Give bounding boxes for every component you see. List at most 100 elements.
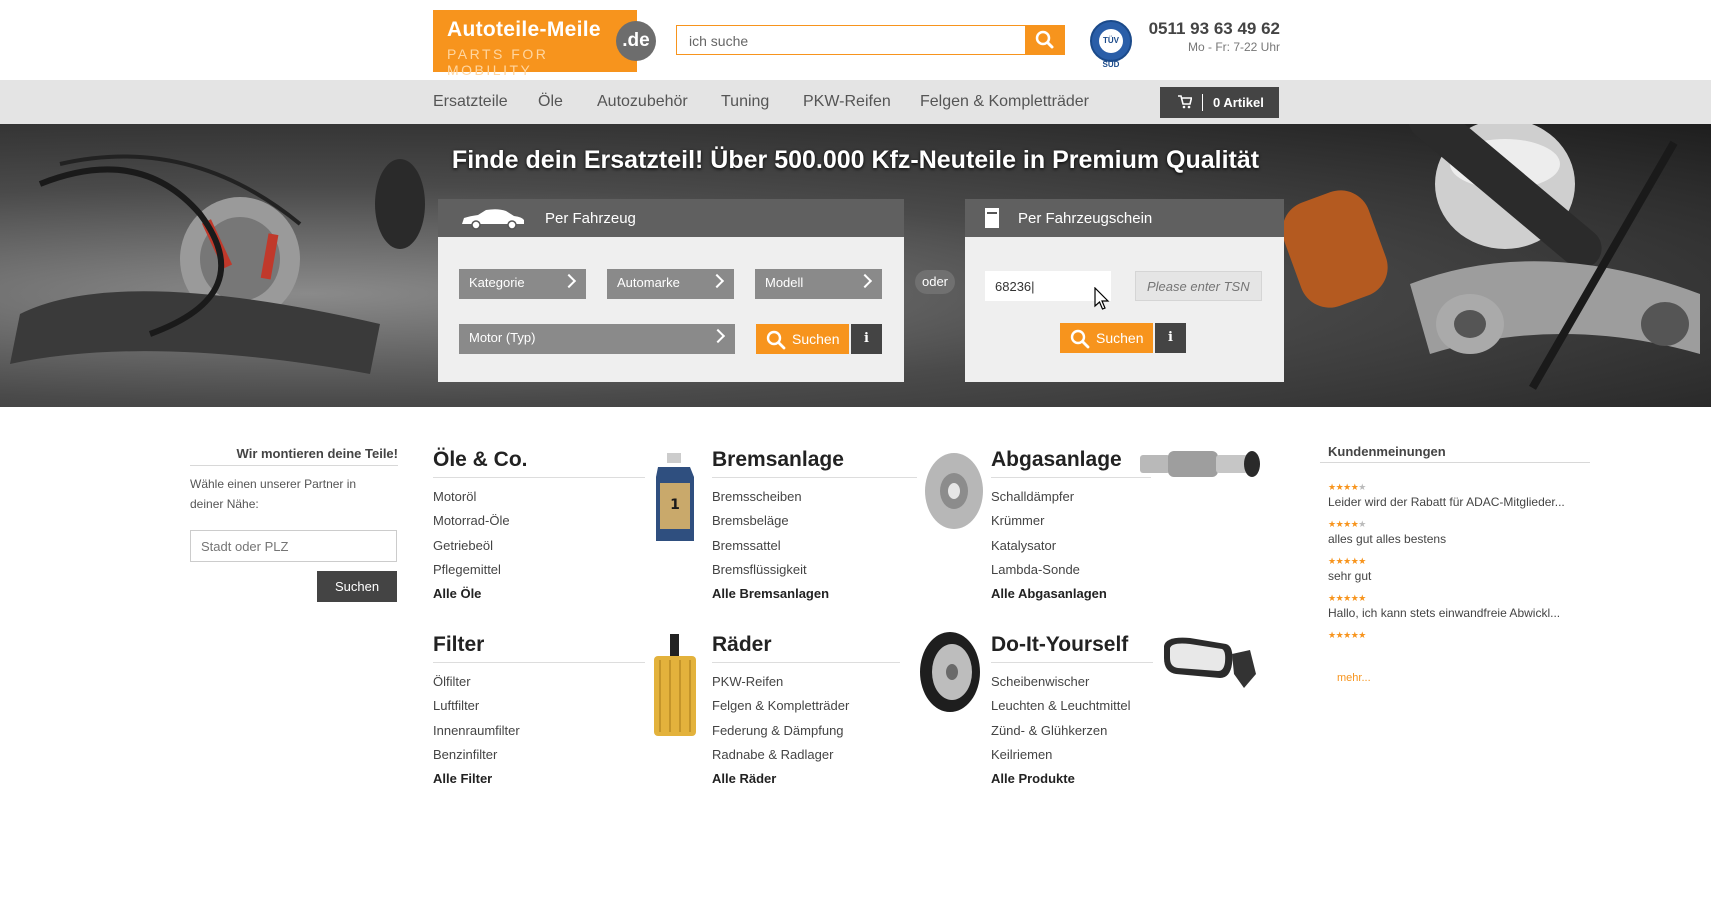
category-link[interactable]: Luftfilter <box>433 694 520 718</box>
nav-item-tuning[interactable]: Tuning <box>721 93 769 111</box>
registration-search-label: Suchen <box>1096 330 1144 346</box>
category-list-bremsanlage: Bremsscheiben Bremsbeläge Bremssattel Br… <box>712 485 829 606</box>
review-text[interactable]: alles gut alles bestens <box>1328 532 1446 546</box>
category-all-link[interactable]: Alle Bremsanlagen <box>712 582 829 606</box>
category-title-raeder[interactable]: Räder <box>712 633 772 657</box>
review-text[interactable]: Leider wird der Rabatt für ADAC-Mitglied… <box>1328 495 1565 509</box>
rating-stars-icon: ★★★★★ <box>1328 630 1366 640</box>
category-title-diy[interactable]: Do-It-Yourself <box>991 633 1128 657</box>
dropdown-motor[interactable]: Motor (Typ) <box>459 324 735 354</box>
category-all-link[interactable]: Alle Produkte <box>991 767 1130 791</box>
review-text[interactable]: sehr gut <box>1328 569 1371 583</box>
category-link[interactable]: Benzinfilter <box>433 743 520 767</box>
chevron-right-icon <box>857 273 873 289</box>
vehicle-search-button[interactable]: Suchen <box>756 324 849 354</box>
reviews-more-link[interactable]: mehr... <box>1337 672 1371 684</box>
rating-stars-icon: ★★★★★ <box>1328 556 1366 566</box>
category-title-oele[interactable]: Öle & Co. <box>433 448 528 472</box>
category-link[interactable]: Innenraumfilter <box>433 719 520 743</box>
search-icon <box>1035 30 1054 49</box>
registration-panel-title: Per Fahrzeugschein <box>1018 210 1153 227</box>
category-link[interactable]: Schalldämpfer <box>991 485 1107 509</box>
category-link[interactable]: Bremsbeläge <box>712 509 829 533</box>
category-title-filter[interactable]: Filter <box>433 633 484 657</box>
category-link[interactable]: Radnabe & Radlager <box>712 743 849 767</box>
category-all-link[interactable]: Alle Öle <box>433 582 510 606</box>
category-link[interactable]: Motoröl <box>433 485 510 509</box>
dropdown-modell[interactable]: Modell <box>755 269 882 299</box>
site-logo[interactable]: Autoteile-Meile PARTS FOR MOBILITY .de <box>433 10 656 78</box>
category-link[interactable]: Katalysator <box>991 534 1107 558</box>
vehicle-panel-header: Per Fahrzeug <box>438 199 904 237</box>
rating-stars-icon: ★★★★★ <box>1328 519 1366 529</box>
partner-location-input[interactable] <box>190 530 397 562</box>
category-link[interactable]: Felgen & Kompletträder <box>712 694 849 718</box>
category-all-link[interactable]: Alle Räder <box>712 767 849 791</box>
document-icon <box>985 208 999 228</box>
category-link[interactable]: Keilriemen <box>991 743 1130 767</box>
category-title-abgasanlage[interactable]: Abgasanlage <box>991 448 1122 472</box>
tsn-input[interactable] <box>1135 271 1262 301</box>
category-link[interactable]: Pflegemittel <box>433 558 510 582</box>
car-icon <box>462 209 524 230</box>
category-link[interactable]: Motorrad-Öle <box>433 509 510 533</box>
logo-name: Autoteile-Meile <box>447 18 601 41</box>
partner-text: Wähle einen unserer Partner in deiner Nä… <box>190 477 357 511</box>
category-link[interactable]: Lambda-Sonde <box>991 558 1107 582</box>
rating-stars-icon: ★★★★★ <box>1328 593 1366 603</box>
brake-disc-icon <box>925 453 983 529</box>
search-input[interactable] <box>687 27 1021 55</box>
hero-title: Finde dein Ersatzteil! Über 500.000 Kfz-… <box>451 146 1260 174</box>
category-link[interactable]: Getriebeöl <box>433 534 510 558</box>
nav-item-pkw-reifen[interactable]: PKW-Reifen <box>803 93 891 111</box>
reviews-title: Kundenmeinungen <box>1328 444 1446 459</box>
vehicle-info-button[interactable]: i <box>851 324 882 354</box>
nav-item-oele[interactable]: Öle <box>538 93 563 111</box>
category-all-link[interactable]: Alle Abgasanlagen <box>991 582 1107 606</box>
category-divider <box>433 662 645 663</box>
rating-stars-icon: ★★★★★ <box>1328 482 1366 492</box>
search-button[interactable] <box>1026 25 1065 55</box>
logo-tld: .de <box>616 21 656 61</box>
or-separator: oder <box>915 270 955 294</box>
cart-button[interactable]: 0 Artikel <box>1160 87 1279 118</box>
category-all-link[interactable]: Alle Filter <box>433 767 520 791</box>
svg-text:1: 1 <box>670 497 680 513</box>
registration-search-button[interactable]: Suchen <box>1060 323 1153 353</box>
review-text[interactable]: Hallo, ich kann stets einwandfreie Abwic… <box>1328 606 1560 620</box>
category-link[interactable]: Bremsflüssigkeit <box>712 558 829 582</box>
category-link[interactable]: Federung & Dämpfung <box>712 719 849 743</box>
category-link[interactable]: Scheibenwischer <box>991 670 1130 694</box>
chevron-right-icon <box>710 328 726 344</box>
category-link[interactable]: Zünd- & Glühkerzen <box>991 719 1130 743</box>
category-link[interactable]: Bremssattel <box>712 534 829 558</box>
category-link[interactable]: PKW-Reifen <box>712 670 849 694</box>
category-link[interactable]: Krümmer <box>991 509 1107 533</box>
dropdown-kategorie[interactable]: Kategorie <box>459 269 586 299</box>
cart-icon <box>1178 95 1193 112</box>
category-link[interactable]: Ölfilter <box>433 670 520 694</box>
nav-item-ersatzteile[interactable]: Ersatzteile <box>433 93 508 111</box>
category-list-diy: Scheibenwischer Leuchten & Leuchtmittel … <box>991 670 1130 791</box>
partner-title: Wir montieren deine Teile! <box>236 446 398 461</box>
vehicle-panel-title: Per Fahrzeug <box>545 210 636 227</box>
category-title-bremsanlage[interactable]: Bremsanlage <box>712 448 844 472</box>
category-list-abgasanlage: Schalldämpfer Krümmer Katalysator Lambda… <box>991 485 1107 606</box>
mouse-cursor-icon <box>1094 287 1110 310</box>
nav-item-autozubehoer[interactable]: Autozubehör <box>597 93 688 111</box>
dropdown-kategorie-label: Kategorie <box>469 275 525 290</box>
dropdown-automarke[interactable]: Automarke <box>607 269 734 299</box>
main-navigation: Ersatzteile Öle Autozubehör Tuning PKW-R… <box>0 80 1711 124</box>
category-divider <box>991 662 1153 663</box>
dropdown-automarke-label: Automarke <box>617 275 680 290</box>
nav-item-felgen[interactable]: Felgen & Kompletträder <box>920 93 1089 111</box>
partner-search-button[interactable]: Suchen <box>317 571 397 602</box>
registration-info-button[interactable]: i <box>1155 323 1186 353</box>
hotline-number: 0511 93 63 49 62 <box>1148 19 1280 38</box>
category-link[interactable]: Leuchten & Leuchtmittel <box>991 694 1130 718</box>
logo-tagline: PARTS FOR MOBILITY <box>447 46 549 78</box>
category-link[interactable]: Bremsscheiben <box>712 485 829 509</box>
hsn-input[interactable] <box>985 271 1111 301</box>
chevron-right-icon <box>561 273 577 289</box>
motor-oil-bottle-icon: 1 <box>656 453 694 541</box>
